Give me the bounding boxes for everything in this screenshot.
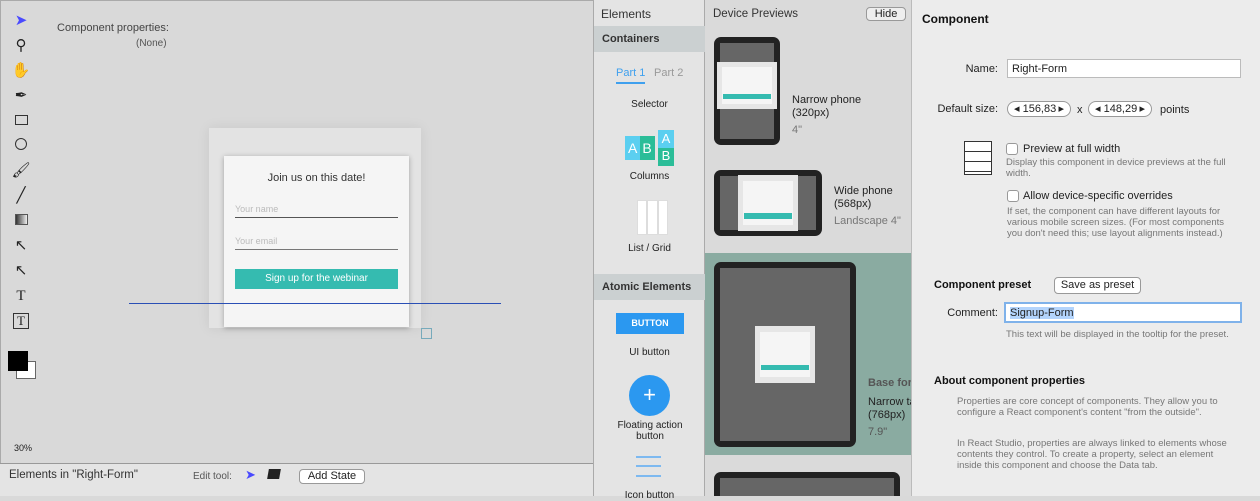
line-tool-icon[interactable]: ╱ [11,186,31,206]
atomic-elements-header: Atomic Elements [594,274,705,300]
elements-title: Elements [601,7,652,21]
elements-bar: Elements in "Right-Form" Edit tool: ➤ Ad… [0,463,593,496]
device-previews-title: Device Previews [713,8,798,20]
artboard[interactable]: Join us on this date! Your name Your ema… [209,128,421,328]
comment-value: Signup-Form [1010,307,1074,319]
list-grid-element[interactable]: List / Grid [594,243,705,254]
about-paragraph-2: In React Studio, properties are always l… [957,438,1227,471]
name-input[interactable]: Right-Form [1007,59,1241,78]
elements-list-title: Elements in "Right-Form" [9,469,138,481]
component-properties-label: Component properties: [57,22,169,34]
rectangle-tool-icon[interactable] [11,111,31,131]
edit-clapper-icon[interactable] [267,469,281,479]
size-units: points [1160,104,1190,116]
edit-pointer-icon[interactable]: ➤ [245,467,256,483]
about-paragraph-1: Properties are core concept of component… [957,396,1218,418]
comment-input[interactable]: Signup-Form [1004,302,1242,323]
magnifier-tool-icon[interactable]: ⚲ [11,36,31,56]
pointer-tool-icon[interactable]: ➤ [11,11,31,31]
tab-part-1[interactable]: Part 1 [616,67,646,84]
selector-element[interactable]: Selector [594,99,705,110]
device-overrides-label[interactable]: Allow device-specific overrides [1023,190,1173,202]
columns-icon[interactable]: AB [625,136,655,160]
width-stepper[interactable]: ◂ 156,83 ▸ [1007,101,1071,117]
resize-handle[interactable] [421,328,432,339]
elements-panel: Elements Containers Part 1 Part 2 Select… [593,0,705,501]
name-label: Name: [965,63,998,75]
device-previews-panel: Device Previews Hide Narrow phone (320px… [705,0,912,496]
fab-plus-icon[interactable]: + [629,375,670,416]
height-stepper[interactable]: ◂ 148,29 ▸ [1088,101,1152,117]
save-as-preset-button[interactable]: Save as preset [1054,277,1141,294]
signup-button[interactable]: Sign up for the webinar [235,269,398,289]
device-overrides-checkbox[interactable] [1007,190,1019,202]
default-size-label: Default size: [937,103,998,115]
name-input[interactable]: Your name [235,204,398,218]
width-value: 156,83 [1022,103,1057,115]
list-grid-icon [637,200,668,235]
fill-color-front [8,351,28,371]
preview-full-width-help: Display this component in device preview… [1006,157,1226,179]
hide-previews-button[interactable]: Hide [866,7,906,21]
form-title: Join us on this date! [267,172,366,184]
brush-tool-icon[interactable]: 🖌 [11,161,31,181]
pen-tool-icon[interactable]: ✒ [11,86,31,106]
signup-form-card[interactable]: Join us on this date! Your name Your ema… [224,156,409,327]
ui-button-element[interactable]: UI button [594,347,705,358]
edit-tool-label: Edit tool: [193,471,232,482]
component-properties-value: (None) [136,38,167,49]
direct-select-tool-icon[interactable]: ↖ [11,261,31,281]
add-state-button[interactable]: Add State [299,469,365,484]
node-select-tool-icon[interactable]: ↖ [11,236,31,256]
preview-full-width-label[interactable]: Preview at full width [1023,143,1120,155]
height-value: 148,29 [1103,103,1138,115]
fab-element[interactable]: Floating action button [614,420,686,442]
device-narrow-tablet[interactable]: Base for Narrow tablet (768px) 7.9" [705,253,911,455]
zoom-level: 30% [14,443,33,453]
tab-part-2[interactable]: Part 2 [654,67,683,79]
about-title: About component properties [934,375,1085,387]
device-overrides-help: If set, the component can have different… [1007,206,1224,239]
component-inspector: Component Name: Right-Form Default size:… [912,0,1260,496]
comment-label: Comment: [947,307,998,319]
menu-icon[interactable] [636,456,661,458]
preview-full-width-checkbox[interactable] [1006,143,1018,155]
ui-button-preview[interactable]: BUTTON [616,313,684,334]
full-width-icon [964,141,992,175]
component-title: Component [922,12,989,26]
textbox-tool-icon[interactable]: T [11,311,31,331]
text-tool-icon[interactable]: T [11,286,31,306]
device-next[interactable] [714,472,900,496]
size-separator: x [1077,104,1083,116]
hand-tool-icon[interactable]: ✋ [11,61,31,81]
columns-element[interactable]: Columns [594,171,705,182]
containers-header: Containers [594,26,705,52]
email-input[interactable]: Your email [235,236,398,250]
gradient-tool-icon[interactable] [11,211,31,231]
comment-help: This text will be displayed in the toolt… [1006,329,1229,340]
design-canvas[interactable]: ➤ ⚲ ✋ ✒ 🖌 ╱ ↖ ↖ T T Component properties… [0,0,593,463]
component-preset-title: Component preset [934,279,1032,291]
guide-line[interactable] [129,303,501,304]
rows-icon: AB [658,130,674,166]
ellipse-tool-icon[interactable] [11,136,31,156]
